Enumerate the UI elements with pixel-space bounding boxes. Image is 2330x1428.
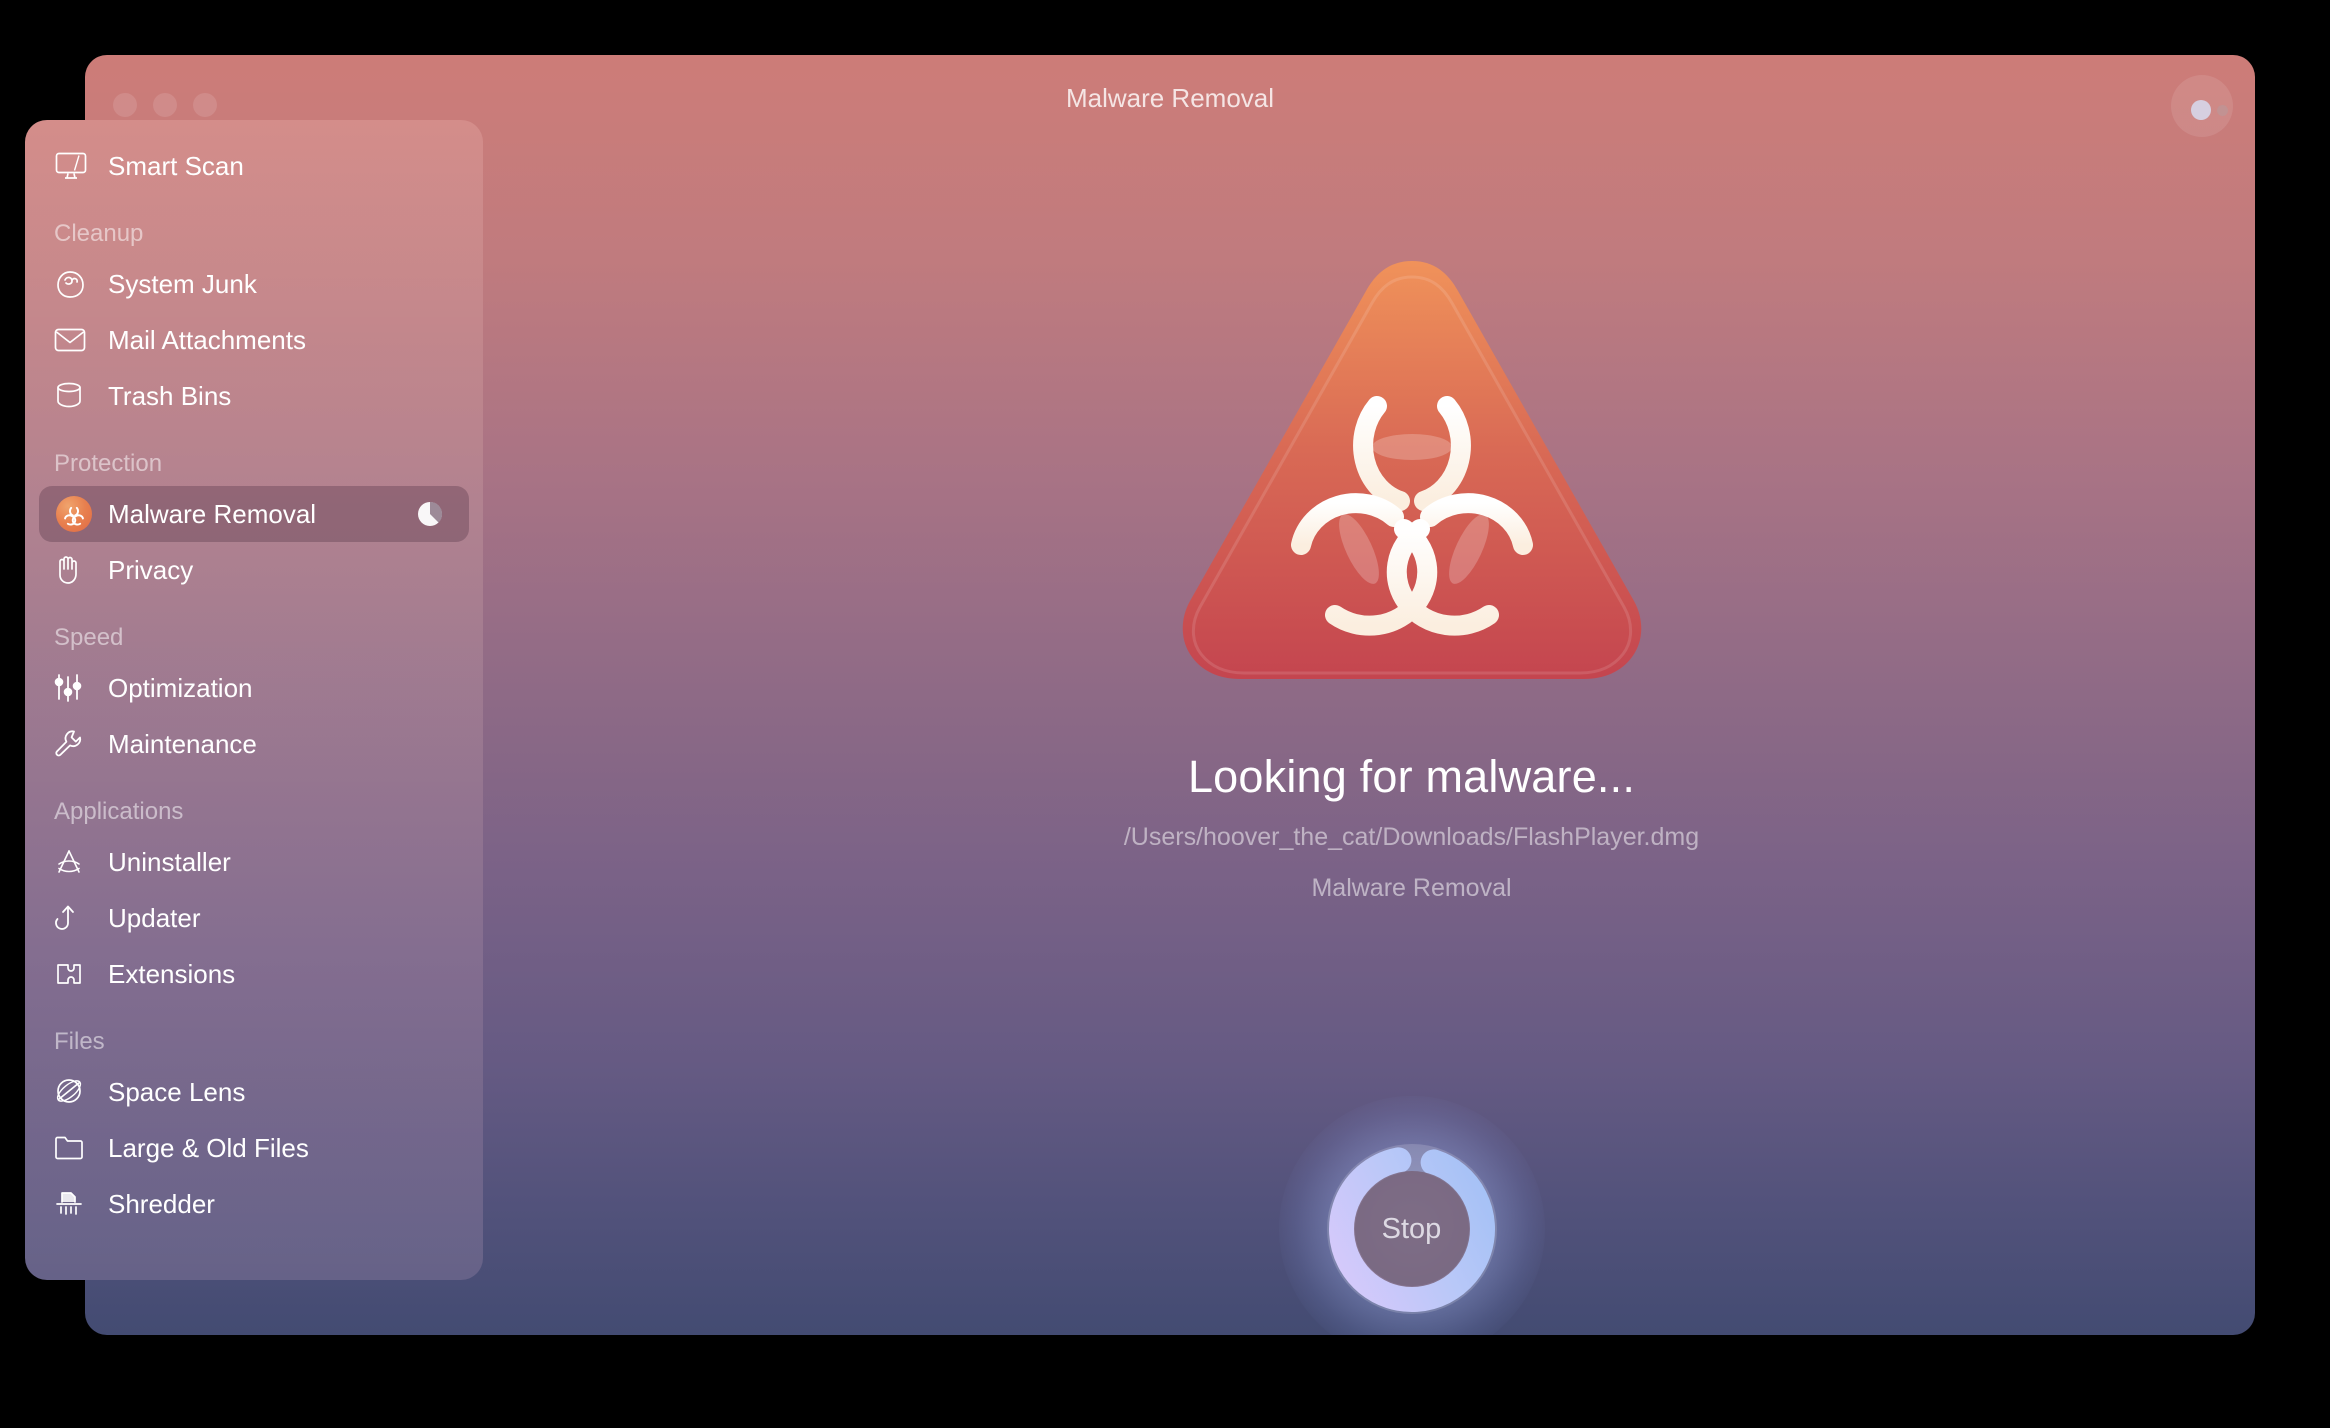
- wrench-icon: [54, 727, 96, 761]
- biohazard-triangle-icon: [1182, 261, 1641, 679]
- status-module: Malware Removal: [1311, 874, 1512, 902]
- sidebar-item-label: Mail Attachments: [108, 324, 306, 355]
- trash-bin-icon: [54, 379, 96, 413]
- sidebar-item-label: Extensions: [108, 958, 236, 989]
- sidebar-item-label: Large & Old Files: [108, 1132, 309, 1163]
- sidebar-item-label: Space Lens: [108, 1076, 246, 1107]
- appstore-icon: [54, 845, 96, 879]
- menu-dot-secondary-icon: [2217, 105, 2228, 116]
- stop-button[interactable]: Stop: [1278, 1096, 1545, 1335]
- hand-icon: [54, 553, 96, 587]
- sidebar-item-space-lens[interactable]: Space Lens: [39, 1064, 469, 1120]
- stop-button-core[interactable]: Stop: [1353, 1171, 1470, 1287]
- sidebar-item-uninstaller[interactable]: Uninstaller: [39, 834, 469, 890]
- sidebar-item-mail-attachments[interactable]: Mail Attachments: [39, 312, 469, 368]
- sidebar-section-applications: Applications: [54, 798, 184, 825]
- status-path: /Users/hoover_the_cat/Downloads/FlashPla…: [1123, 823, 1700, 851]
- sidebar: Smart Scan Cleanup System Junk Mail Atta…: [25, 120, 483, 1280]
- sidebar-item-malware-removal[interactable]: Malware Removal: [39, 486, 469, 542]
- update-arrow-icon: [54, 901, 96, 935]
- sliders-icon: [54, 671, 96, 705]
- sidebar-section-speed: Speed: [54, 624, 124, 651]
- sidebar-item-label: Trash Bins: [108, 380, 232, 411]
- biohazard-icon: [54, 496, 96, 532]
- sidebar-item-label: Optimization: [108, 672, 253, 703]
- junk-icon: [54, 267, 96, 301]
- sidebar-item-extensions[interactable]: Extensions: [39, 946, 469, 1002]
- folder-icon: [54, 1131, 96, 1165]
- display-scan-icon: [54, 149, 96, 183]
- menu-button[interactable]: [2171, 75, 2233, 137]
- main-content: Looking for malware... /Users/hoover_the…: [568, 141, 2255, 1335]
- space-lens-icon: [54, 1075, 96, 1109]
- sidebar-item-label: Uninstaller: [108, 846, 231, 877]
- sidebar-item-privacy[interactable]: Privacy: [39, 542, 469, 598]
- sidebar-item-system-junk[interactable]: System Junk: [39, 256, 469, 312]
- sidebar-section-protection: Protection: [54, 450, 163, 477]
- sidebar-item-updater[interactable]: Updater: [39, 890, 469, 946]
- sidebar-section-files: Files: [54, 1028, 105, 1055]
- shredder-icon: [54, 1187, 96, 1221]
- envelope-icon: [54, 323, 96, 357]
- sidebar-item-label: Smart Scan: [108, 150, 244, 181]
- sidebar-item-maintenance[interactable]: Maintenance: [39, 716, 469, 772]
- sidebar-item-trash-bins[interactable]: Trash Bins: [39, 368, 469, 424]
- sidebar-item-large-old-files[interactable]: Large & Old Files: [39, 1120, 469, 1176]
- stop-button-label: Stop: [1381, 1212, 1442, 1245]
- sidebar-item-smart-scan[interactable]: Smart Scan: [39, 138, 469, 194]
- puzzle-piece-icon: [54, 957, 96, 991]
- sidebar-item-label: Malware Removal: [108, 498, 317, 529]
- sidebar-item-label: Maintenance: [108, 728, 257, 759]
- sidebar-item-label: Updater: [108, 902, 201, 933]
- sidebar-item-label: Privacy: [108, 554, 194, 585]
- sidebar-progress-pie-icon: [418, 501, 443, 526]
- sidebar-item-optimization[interactable]: Optimization: [39, 660, 469, 716]
- menu-dot-primary-icon: [2191, 100, 2211, 120]
- sidebar-item-label: Shredder: [108, 1188, 215, 1219]
- sidebar-item-shredder[interactable]: Shredder: [39, 1176, 469, 1232]
- sidebar-item-label: System Junk: [108, 268, 257, 299]
- status-title: Looking for malware...: [1187, 751, 1636, 802]
- sidebar-section-cleanup: Cleanup: [54, 220, 144, 247]
